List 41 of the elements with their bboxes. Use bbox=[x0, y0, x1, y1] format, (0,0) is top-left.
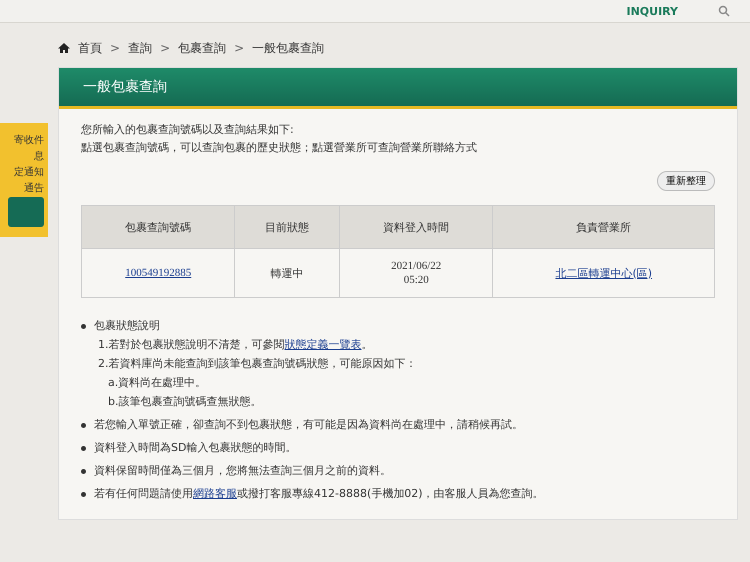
bullet-icon bbox=[81, 423, 86, 428]
breadcrumb-link[interactable]: 首頁 bbox=[78, 40, 102, 56]
intro-text: 您所輸入的包裹查詢號碼以及查詢結果如下: bbox=[81, 122, 295, 138]
note-text: 1.若對於包裹狀態說明不清楚，可參閱狀態定義一覽表。 bbox=[98, 338, 372, 351]
bullet-icon bbox=[81, 469, 86, 474]
bullet-icon bbox=[81, 492, 86, 497]
breadcrumb-link[interactable]: 包裹查詢 bbox=[178, 40, 226, 56]
notice-text: 通告 bbox=[24, 182, 44, 195]
column-header: 負責營業所 bbox=[492, 206, 714, 248]
office-link[interactable]: 北二區轉運中心(區) bbox=[555, 266, 652, 280]
notice-text: 息 bbox=[34, 150, 44, 163]
bullet-icon bbox=[81, 446, 86, 451]
breadcrumb-separator: > bbox=[110, 41, 120, 55]
note-text: 2.若資料庫尚未能查詢到該筆包裹查詢號碼狀態，可能原因如下： bbox=[98, 357, 416, 370]
note-link[interactable]: 狀態定義一覽表 bbox=[284, 338, 362, 351]
status-cell: 轉運中 bbox=[234, 248, 340, 298]
note-text: a.資料尚在處理中。 bbox=[108, 376, 206, 389]
note-text: 包裹狀態說明 bbox=[94, 318, 161, 334]
bullet-icon bbox=[81, 324, 86, 329]
refresh-button[interactable]: 重新整理 bbox=[657, 171, 715, 191]
intro-text: 點選包裹查詢號碼，可以查詢包裹的歷史狀態；點選營業所可查詢營業所聯絡方式 bbox=[81, 140, 478, 156]
notice-text: 寄收件 bbox=[14, 134, 44, 147]
column-header: 目前狀態 bbox=[234, 206, 340, 248]
note-text: b.該筆包裹查詢號碼查無狀態。 bbox=[108, 395, 262, 408]
note-text: 若有任何問題請使用網路客服或撥打客服專線412-8888(手機加02)，由客服人員為您查詢。 bbox=[94, 486, 544, 502]
search-icon[interactable] bbox=[718, 5, 730, 17]
breadcrumb-separator: > bbox=[160, 41, 170, 55]
note-text: 若您輸入單號正確，卻查詢不到包裹狀態，有可能是因為資料尚在處理中，請稍候再試。 bbox=[94, 417, 523, 433]
nav-link[interactable]: INQUIRY bbox=[626, 4, 678, 18]
home-icon[interactable] bbox=[58, 42, 70, 54]
tracking-number-link[interactable]: 100549192885 bbox=[125, 267, 192, 279]
breadcrumb-link[interactable]: 查詢 bbox=[128, 40, 152, 56]
column-header: 包裹查詢號碼 bbox=[82, 206, 235, 248]
panel-title: 一般包裹查詢 bbox=[59, 68, 737, 109]
note-text: 資料登入時間為SD輸入包裹狀態的時間。 bbox=[94, 440, 296, 456]
column-header: 資料登入時間 bbox=[340, 206, 493, 248]
note-text: 資料保留時間僅為三個月，您將無法查詢三個月之前的資料。 bbox=[94, 463, 391, 479]
date-time-cell-text: 2021/06/22 05:20 bbox=[390, 259, 442, 287]
notice-text: 定通知 bbox=[14, 166, 44, 179]
breadcrumb-separator: > bbox=[234, 41, 244, 55]
note-link[interactable]: 網路客服 bbox=[193, 487, 237, 500]
